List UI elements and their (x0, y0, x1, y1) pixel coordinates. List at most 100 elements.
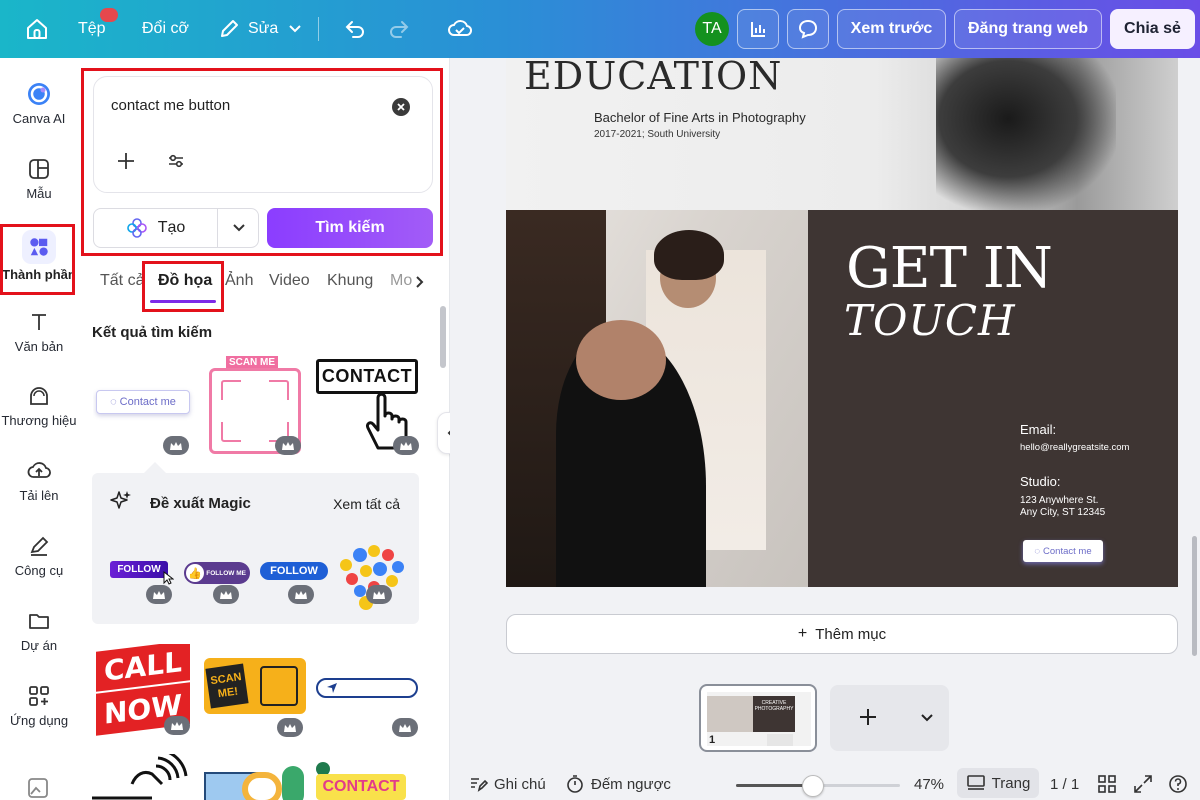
zoom-slider-handle[interactable] (802, 775, 825, 797)
timer-label: Đếm ngược (591, 775, 671, 793)
sidebar-item-templates[interactable]: Mẫu (0, 157, 78, 201)
comments-button[interactable] (787, 9, 829, 49)
graphic-result[interactable]: 👍 FOLLOW ME (184, 549, 252, 605)
highlight-box (81, 68, 443, 256)
canva-ai-icon (28, 83, 50, 105)
graphic-result[interactable] (92, 754, 196, 800)
avatar[interactable]: TA (695, 12, 729, 46)
sidebar-item-text[interactable]: Văn bản (0, 310, 78, 354)
crown-icon (284, 723, 296, 732)
graphic-result[interactable]: SCAN ME (207, 356, 303, 456)
touch-heading[interactable]: TOUCH (844, 296, 1016, 345)
publish-button[interactable]: Đăng trang web (954, 9, 1102, 49)
contact-me-button[interactable]: ◌ Contact me (1023, 540, 1103, 562)
elements-panel: contact me button Tạo Tìm kiếm Tất cả Đồ… (78, 58, 450, 800)
sparkles-icon (110, 491, 131, 509)
studio-label[interactable]: Studio: (1020, 474, 1060, 489)
pages-button[interactable]: Trang (957, 768, 1039, 798)
tab-photos[interactable]: Ảnh (225, 272, 253, 290)
contact-panel[interactable]: GET IN TOUCH Email: hello@reallygreatsit… (808, 210, 1178, 587)
graphic-result[interactable]: ◌ Contact me (93, 356, 195, 456)
follow-pill-graphic: FOLLOW (260, 562, 328, 580)
zoom-value[interactable]: 47% (914, 776, 944, 793)
cloud-check-icon (448, 20, 473, 36)
help-button[interactable] (1168, 774, 1188, 798)
premium-badge (288, 585, 314, 604)
zoom-slider[interactable] (736, 775, 900, 797)
tabs-scroll-right[interactable] (414, 275, 426, 294)
at-sign-graphic (242, 772, 282, 800)
see-all-link[interactable]: Xem tất cả (333, 496, 400, 512)
graphic-result[interactable]: FOLLOW (258, 549, 330, 605)
home-button[interactable] (22, 0, 52, 58)
page-count: 1 / 1 (1050, 776, 1080, 793)
get-in-heading[interactable]: GET IN (846, 236, 1053, 301)
tab-label: Ảnh (225, 272, 254, 289)
edit-menu[interactable]: Sửa (218, 0, 302, 58)
graphic-result[interactable]: CONTACT (314, 758, 420, 800)
add-section-button[interactable]: + Thêm mục (506, 614, 1178, 654)
crown-icon (153, 590, 165, 599)
education-heading[interactable]: EDUCATION (524, 58, 782, 98)
sidebar-item-brand[interactable]: Thương hiệu (0, 384, 78, 428)
insights-button[interactable] (737, 9, 779, 49)
plus-icon: + (797, 625, 808, 642)
page-thumbnail[interactable]: CREATIVE PHOTOGRAPHY 1 (699, 684, 817, 752)
thumb-dark-panel: CREATIVE PHOTOGRAPHY (753, 696, 795, 732)
sidebar-item-upload[interactable]: Tải lên (0, 459, 78, 503)
grid-view-button[interactable] (1098, 775, 1116, 797)
results-heading: Kết quả tìm kiếm (92, 324, 213, 341)
file-menu[interactable]: Tệp (78, 0, 106, 58)
panel-scrollbar[interactable] (440, 306, 446, 368)
sidebar-item-label: Thương hiệu (1, 413, 77, 428)
years-text[interactable]: 2017-2021; South University (594, 129, 720, 140)
undo-button[interactable] (343, 0, 367, 58)
graphic-result[interactable] (202, 766, 308, 800)
tab-all[interactable]: Tất cả (100, 272, 144, 290)
education-section[interactable]: EDUCATION Bachelor of Fine Arts in Photo… (506, 58, 1178, 210)
graphic-result[interactable]: SCAN ME! (202, 658, 308, 738)
notes-label: Ghi chú (494, 775, 546, 793)
fullscreen-button[interactable] (1134, 775, 1152, 797)
degree-text[interactable]: Bachelor of Fine Arts in Photography (594, 110, 806, 125)
canvas-scrollbar[interactable] (1192, 536, 1197, 656)
sidebar-item-canva-ai[interactable]: Canva AI (0, 82, 78, 126)
magic-media-item[interactable] (26, 776, 50, 800)
save-status-button[interactable] (447, 0, 473, 58)
highlight-box (0, 224, 75, 295)
image-sparkle-icon (28, 778, 48, 798)
email-label[interactable]: Email: (1020, 422, 1056, 437)
tab-videos[interactable]: Video (269, 272, 310, 290)
sidebar-item-label: Tải lên (19, 488, 59, 503)
tab-frames[interactable]: Khung (327, 272, 373, 290)
add-page-button[interactable] (830, 685, 949, 751)
tab-more[interactable]: Mo (390, 272, 412, 290)
email-value[interactable]: hello@reallygreatsite.com (1020, 442, 1129, 453)
sidebar-item-tools[interactable]: Công cụ (0, 534, 78, 578)
graphic-result[interactable]: CONTACT (314, 356, 420, 456)
sidebar-item-projects[interactable]: Dự án (0, 609, 78, 653)
address-line2[interactable]: Any City, ST 12345 (1020, 507, 1105, 518)
contact-button-graphic: CONTACT (316, 359, 418, 394)
resize-menu[interactable]: Đổi cỡ (142, 0, 189, 58)
timer-button[interactable]: Đếm ngược (565, 774, 671, 794)
preview-button[interactable]: Xem trước (837, 9, 946, 49)
chevron-down-icon (921, 714, 933, 722)
graphic-text: Contact me (119, 396, 176, 408)
contact-me-pill-graphic: ◌ Contact me (96, 390, 190, 414)
crown-icon (220, 590, 232, 599)
notes-button[interactable]: Ghi chú (468, 774, 546, 794)
scan-me-tag-graphic: SCAN ME! (204, 658, 306, 714)
graphic-result[interactable]: FOLLOW (108, 549, 176, 605)
sidebar-item-apps[interactable]: Ứng dụng (0, 684, 78, 728)
graphic-result[interactable]: CALL NOW (92, 644, 194, 736)
sidebar-item-label: Mẫu (26, 186, 52, 201)
graphic-result[interactable] (314, 658, 420, 738)
redo-button[interactable] (387, 0, 411, 58)
graphic-result[interactable] (336, 539, 408, 615)
address-line1[interactable]: 123 Anywhere St. (1020, 495, 1098, 506)
share-button[interactable]: Chia sẻ (1110, 9, 1195, 49)
photo-panel[interactable] (506, 210, 808, 587)
arm-shape (576, 320, 666, 400)
comment-icon (798, 19, 818, 39)
